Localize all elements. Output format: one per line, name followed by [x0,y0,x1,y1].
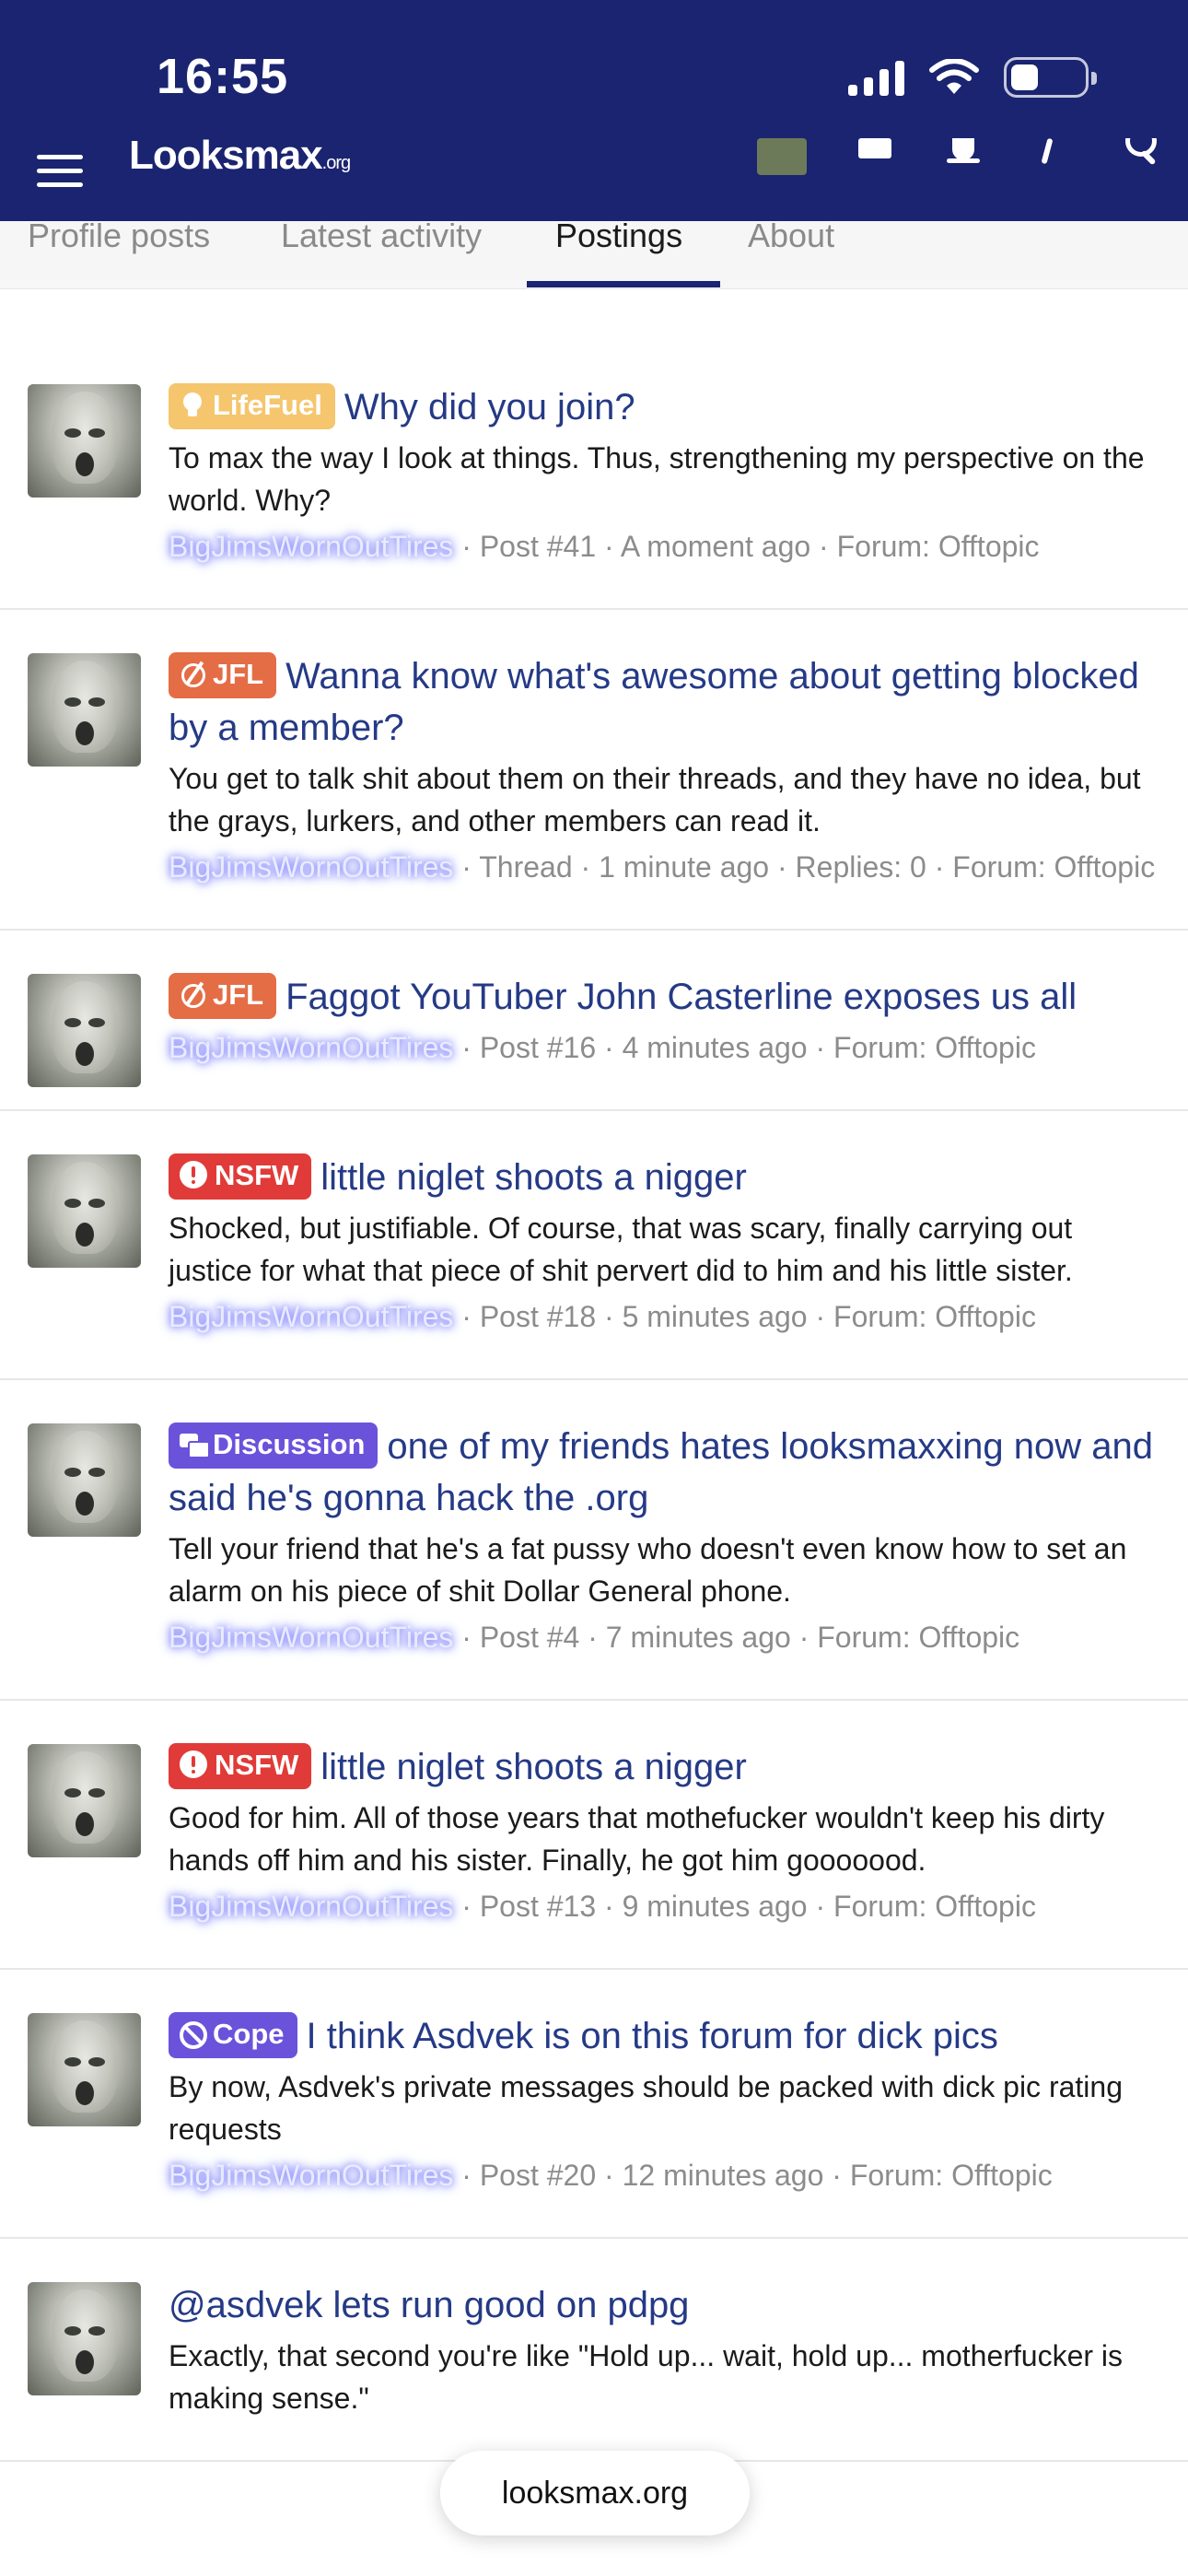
address-bar[interactable]: looksmax.org [440,2451,750,2535]
list-item: NSFW little niglet shoots a nigger Shocke… [0,1111,1188,1380]
postings-list: LifeFuel Why did you join? To max the way… [0,341,1188,2462]
jfl-icon [180,662,205,687]
avatar[interactable] [28,653,141,767]
nav-bar: Looksmax.org [0,138,1188,221]
alert-icon [180,1751,207,1778]
post-meta: BigJimsWornOutTires · Post #13 · 9 minut… [169,1890,1036,1923]
post-title[interactable]: @asdvek lets run good on pdpg [169,2279,1160,2331]
avatar[interactable] [28,1154,141,1268]
list-item: NSFW little niglet shoots a nigger Good f… [0,1701,1188,1970]
post-snippet: By now, Asdvek's private messages should… [169,2070,1123,2146]
battery-icon [1004,57,1097,98]
author-link[interactable]: BigJimsWornOutTires [169,1031,453,1064]
chat-bubbles-icon [180,1432,210,1458]
tab-about[interactable]: About [748,219,834,252]
tab-postings[interactable]: Postings [555,219,682,252]
author-link[interactable]: BigJimsWornOutTires [169,1300,453,1333]
inbox-icon[interactable] [853,138,895,181]
whats-new-icon[interactable] [1030,138,1072,181]
post-meta: BigJimsWornOutTires · Post #41 · A momen… [169,530,1040,563]
post-meta: BigJimsWornOutTires · Post #20 · 12 minu… [169,2159,1053,2192]
tab-profile-posts[interactable]: Profile posts [28,219,210,252]
menu-icon[interactable] [37,155,83,196]
post-meta: BigJimsWornOutTires · Thread · 1 minute … [169,850,1156,884]
post-meta: BigJimsWornOutTires · Post #16 · 4 minut… [169,1031,1036,1064]
author-link[interactable]: BigJimsWornOutTires [169,1621,453,1654]
prefix-badge: JFL [169,652,277,698]
search-icon[interactable] [1118,138,1160,181]
tab-latest-activity[interactable]: Latest activity [281,219,482,252]
prefix-badge: Discussion [169,1423,379,1469]
list-item: LifeFuel Why did you join? To max the way… [0,341,1188,610]
post-title[interactable]: Cope I think Asdvek is on this forum for … [169,2010,1160,2062]
account-avatar-icon[interactable] [757,138,807,175]
author-link[interactable]: BigJimsWornOutTires [169,1890,453,1923]
post-title[interactable]: NSFW little niglet shoots a nigger [169,1152,1160,1203]
prefix-badge: LifeFuel [169,383,335,429]
active-tab-indicator [527,281,720,287]
prefix-badge: Cope [169,2012,297,2058]
cellular-signal-icon [848,59,904,96]
alert-icon [180,1161,207,1188]
post-snippet: Shocked, but justifiable. Of course, tha… [169,1212,1073,1287]
prefix-badge: NSFW [169,1743,312,1789]
post-snippet: To max the way I look at things. Thus, s… [169,441,1145,517]
avatar[interactable] [28,1744,141,1857]
post-meta: BigJimsWornOutTires · Post #18 · 5 minut… [169,1300,1036,1333]
prefix-badge: NSFW [169,1153,312,1200]
profile-tabs: Profile posts Latest activity Postings A… [0,219,1188,289]
app-header: 16:55 Looksmax.org [0,0,1188,221]
post-snippet: Good for him. All of those years that mo… [169,1801,1105,1877]
avatar[interactable] [28,1423,141,1537]
nav-actions [757,138,1160,181]
post-title[interactable]: Discussion one of my friends hates looksm… [169,1421,1160,1524]
avatar[interactable] [28,384,141,498]
list-item: Discussion one of my friends hates looksm… [0,1380,1188,1701]
avatar[interactable] [28,974,141,1087]
site-logo[interactable]: Looksmax.org [129,138,351,179]
prefix-badge: JFL [169,973,277,1019]
list-item: Cope I think Asdvek is on this forum for … [0,1970,1188,2239]
post-title[interactable]: JFL Wanna know what's awesome about getti… [169,650,1160,754]
author-link[interactable]: BigJimsWornOutTires [169,530,453,563]
author-link[interactable]: BigJimsWornOutTires [169,850,453,884]
post-snippet: You get to talk shit about them on their… [169,762,1141,837]
ban-icon [180,2021,207,2049]
status-time: 16:55 [157,49,289,104]
post-title[interactable]: NSFW little niglet shoots a nigger [169,1741,1160,1793]
status-icons [848,57,1097,98]
list-item: JFL Faggot YouTuber John Casterline expos… [0,931,1188,1111]
list-item: @asdvek lets run good on pdpg Exactly, t… [0,2239,1188,2462]
post-title[interactable]: LifeFuel Why did you join? [169,381,1160,433]
post-title[interactable]: JFL Faggot YouTuber John Casterline expos… [169,971,1160,1023]
post-snippet: Exactly, that second you're like "Hold u… [169,2339,1124,2415]
author-link[interactable]: BigJimsWornOutTires [169,2159,453,2192]
alerts-bell-icon[interactable] [941,138,984,181]
lightbulb-icon [180,392,205,418]
post-snippet: Tell your friend that he's a fat pussy w… [169,1532,1127,1608]
screen: 16:55 Looksmax.org Profile posts Latest … [0,0,1188,2576]
avatar[interactable] [28,2282,141,2395]
list-item: JFL Wanna know what's awesome about getti… [0,610,1188,931]
post-meta: BigJimsWornOutTires · Post #4 · 7 minute… [169,1621,1020,1654]
avatar[interactable] [28,2013,141,2126]
wifi-icon [929,59,979,94]
jfl-icon [180,982,205,1008]
